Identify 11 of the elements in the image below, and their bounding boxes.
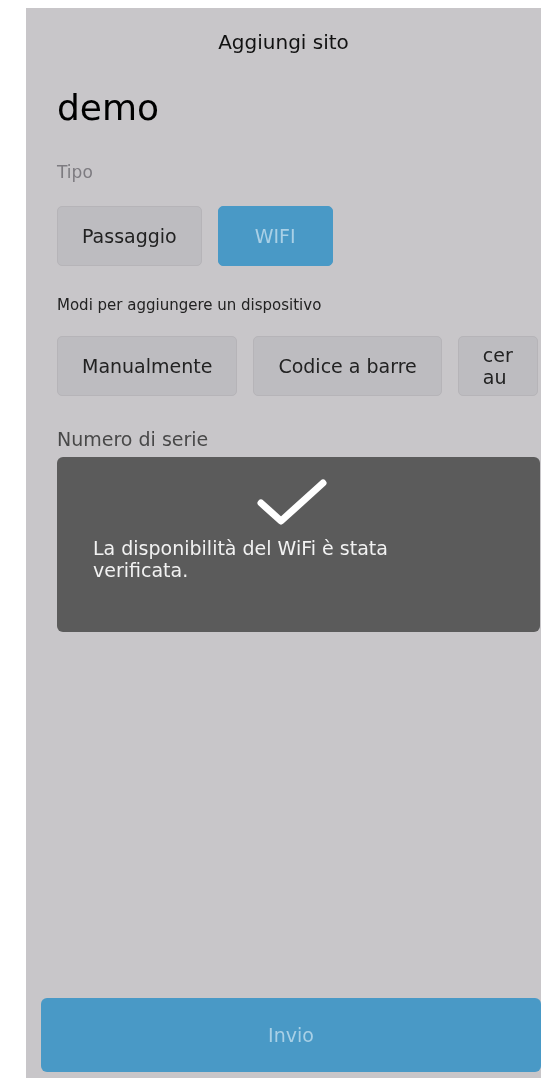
checkmark-icon: [257, 479, 327, 525]
type-option[interactable]: Passaggio: [57, 206, 202, 266]
site-name: demo: [57, 86, 161, 130]
method-option[interactable]: Manualmente: [57, 336, 238, 396]
method-option[interactable]: cer au: [457, 336, 538, 396]
section-label: Modi per aggiungere un dispositivo: [57, 296, 323, 314]
section-label: Tipo: [57, 162, 94, 182]
toast-message: La disponibilità del WiFi è stata verificata.: [93, 537, 389, 581]
page-title: Aggiungi sito: [217, 30, 350, 54]
serial-label: Numero di serie: [57, 428, 210, 450]
method-option[interactable]: Codice a barre: [253, 336, 442, 396]
